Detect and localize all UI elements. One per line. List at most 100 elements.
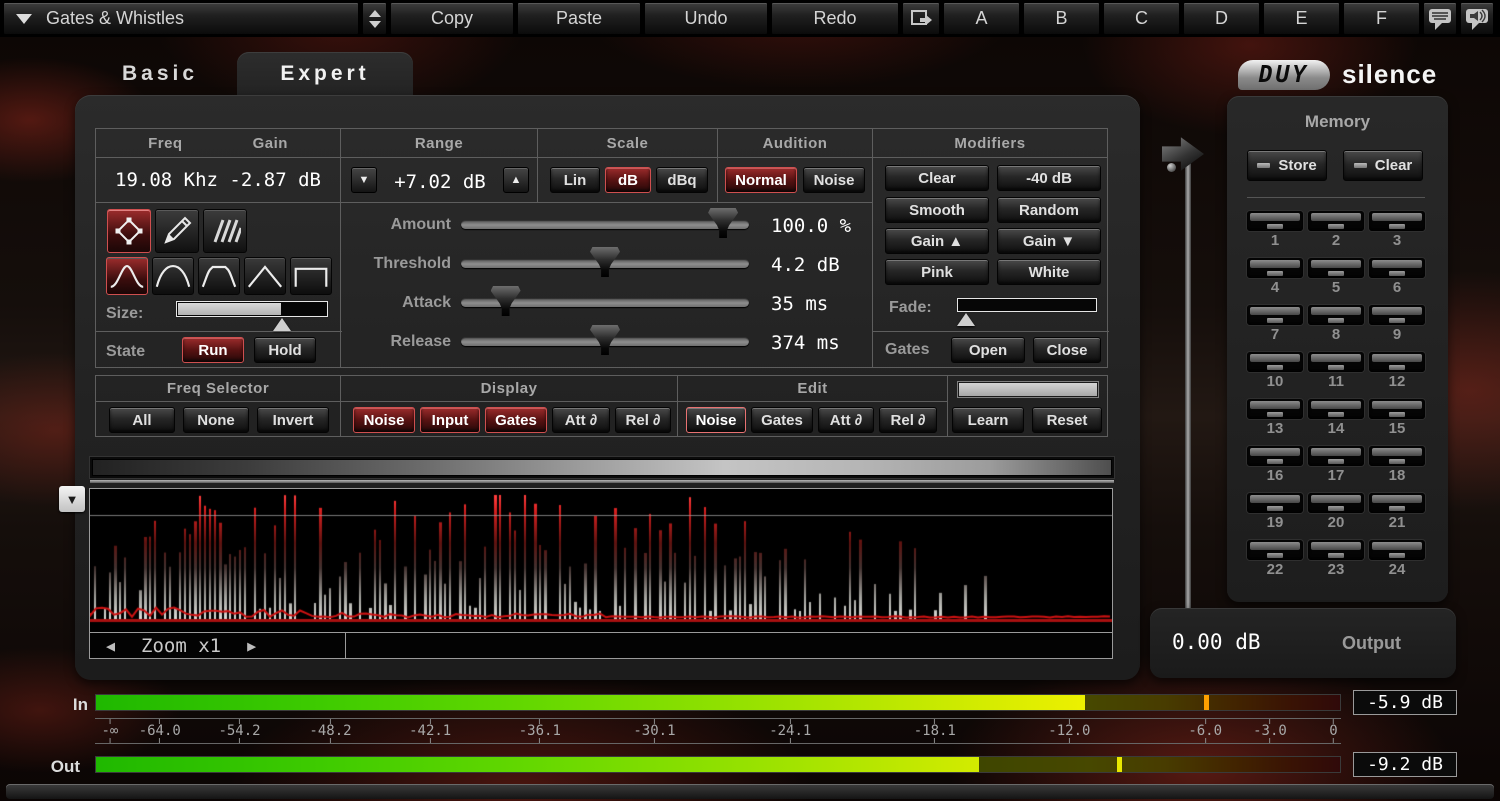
preset-slot-a[interactable]: A (943, 2, 1020, 35)
shape-peak-button[interactable] (244, 257, 286, 295)
memory-slot-button[interactable] (1369, 540, 1425, 560)
memory-slot-button[interactable] (1247, 493, 1303, 513)
spectrum-canvas[interactable] (90, 489, 1112, 632)
range-decrease-button[interactable]: ▼ (351, 167, 377, 193)
release-slider[interactable] (461, 337, 749, 346)
memory-slot-button[interactable] (1369, 258, 1425, 278)
display-attack-delta-button[interactable]: Att ∂ (552, 407, 610, 433)
reset-button[interactable]: Reset (1032, 407, 1102, 433)
fade-slider[interactable] (957, 298, 1097, 312)
zoom-next-icon[interactable]: ▶ (247, 637, 256, 655)
preset-slot-d[interactable]: D (1183, 2, 1260, 35)
modifier-minus40db-button[interactable]: -40 dB (997, 165, 1101, 191)
gates-open-button[interactable]: Open (951, 337, 1025, 363)
display-noise-button[interactable]: Noise (353, 407, 415, 433)
preset-stepper[interactable] (362, 2, 387, 35)
memory-slot-button[interactable] (1308, 493, 1364, 513)
memory-slot-button[interactable] (1369, 352, 1425, 372)
memory-store-button[interactable]: Store (1247, 150, 1327, 181)
gates-close-button[interactable]: Close (1033, 337, 1101, 363)
modifier-clear-button[interactable]: Clear (885, 165, 989, 191)
tab-basic[interactable]: Basic (100, 56, 220, 92)
zoom-control[interactable]: ◀ Zoom x1 ▶ (90, 633, 346, 658)
state-hold-button[interactable]: Hold (254, 337, 316, 363)
tab-expert[interactable]: Expert (237, 52, 413, 96)
shape-wide-bell-button[interactable] (152, 257, 194, 295)
scale-lin-button[interactable]: Lin (550, 167, 600, 193)
memory-slot-button[interactable] (1247, 399, 1303, 419)
memory-slot-button[interactable] (1247, 211, 1303, 231)
size-slider-marker[interactable] (273, 318, 291, 331)
scale-dbq-button[interactable]: dBq (656, 167, 708, 193)
amount-slider[interactable] (461, 220, 749, 229)
scale-db-button[interactable]: dB (605, 167, 651, 193)
shape-plateau-button[interactable] (198, 257, 240, 295)
display-release-delta-button[interactable]: Rel ∂ (615, 407, 671, 433)
freq-select-none-button[interactable]: None (183, 407, 249, 433)
memory-slot-button[interactable] (1369, 305, 1425, 325)
memory-slot-button[interactable] (1308, 258, 1364, 278)
memory-slot-button[interactable] (1369, 446, 1425, 466)
memory-slot-button[interactable] (1369, 399, 1425, 419)
size-slider[interactable] (176, 301, 328, 317)
display-gates-button[interactable]: Gates (485, 407, 547, 433)
memory-slot-button[interactable] (1247, 540, 1303, 560)
redo-button[interactable]: Redo (771, 2, 899, 35)
paste-button[interactable]: Paste (517, 2, 641, 35)
shape-square-button[interactable] (290, 257, 332, 295)
audition-normal-button[interactable]: Normal (725, 167, 797, 193)
copy-to-slot-button[interactable] (902, 2, 940, 35)
amount-slider-knob[interactable] (708, 208, 738, 238)
preset-selector[interactable]: Gates & Whistles (3, 2, 359, 35)
memory-slot-button[interactable] (1308, 446, 1364, 466)
undo-button[interactable]: Undo (644, 2, 768, 35)
edit-release-delta-button[interactable]: Rel ∂ (879, 407, 937, 433)
preset-slot-f[interactable]: F (1343, 2, 1420, 35)
display-collapse-button[interactable]: ▼ (59, 486, 85, 512)
freq-select-all-button[interactable]: All (109, 407, 175, 433)
attack-slider-knob[interactable] (491, 286, 521, 316)
memory-clear-button[interactable]: Clear (1343, 150, 1423, 181)
fade-slider-marker[interactable] (957, 313, 975, 326)
pencil-tool-button[interactable] (155, 209, 199, 253)
display-input-button[interactable]: Input (420, 407, 480, 433)
modifier-random-button[interactable]: Random (997, 197, 1101, 223)
spectrum-display[interactable] (89, 488, 1113, 633)
memory-slot-button[interactable] (1308, 305, 1364, 325)
edit-attack-delta-button[interactable]: Att ∂ (818, 407, 874, 433)
memory-slot-button[interactable] (1369, 493, 1425, 513)
memory-slot-button[interactable] (1369, 211, 1425, 231)
edit-gates-button[interactable]: Gates (751, 407, 813, 433)
modifier-smooth-button[interactable]: Smooth (885, 197, 989, 223)
modifier-gain-up-button[interactable]: Gain ▲ (885, 228, 989, 254)
node-tool-button[interactable] (107, 209, 151, 253)
preset-slot-c[interactable]: C (1103, 2, 1180, 35)
overview-bar[interactable] (90, 457, 1114, 478)
learn-button[interactable]: Learn (952, 407, 1024, 433)
memory-slot-button[interactable] (1308, 352, 1364, 372)
freq-select-invert-button[interactable]: Invert (257, 407, 329, 433)
threshold-slider[interactable] (461, 259, 749, 268)
audio-help-button[interactable] (1460, 2, 1494, 35)
memory-slot-button[interactable] (1308, 399, 1364, 419)
memory-slot-button[interactable] (1247, 305, 1303, 325)
memory-slot-button[interactable] (1308, 211, 1364, 231)
modifier-gain-down-button[interactable]: Gain ▼ (997, 228, 1101, 254)
memory-slot-button[interactable] (1247, 446, 1303, 466)
state-run-button[interactable]: Run (182, 337, 244, 363)
preset-slot-b[interactable]: B (1023, 2, 1100, 35)
release-slider-knob[interactable] (590, 325, 620, 355)
memory-slot-button[interactable] (1247, 258, 1303, 278)
memory-slot-button[interactable] (1247, 352, 1303, 372)
attack-slider[interactable] (461, 298, 749, 307)
memory-slot-button[interactable] (1308, 540, 1364, 560)
copy-button[interactable]: Copy (390, 2, 514, 35)
shape-bell-button[interactable] (106, 257, 148, 295)
keyboard-help-button[interactable] (1423, 2, 1457, 35)
modifier-white-button[interactable]: White (997, 259, 1101, 285)
audition-noise-button[interactable]: Noise (803, 167, 865, 193)
threshold-slider-knob[interactable] (590, 247, 620, 277)
gates-tool-button[interactable] (203, 209, 247, 253)
modifier-pink-button[interactable]: Pink (885, 259, 989, 285)
output-fader-track[interactable] (1185, 150, 1191, 618)
